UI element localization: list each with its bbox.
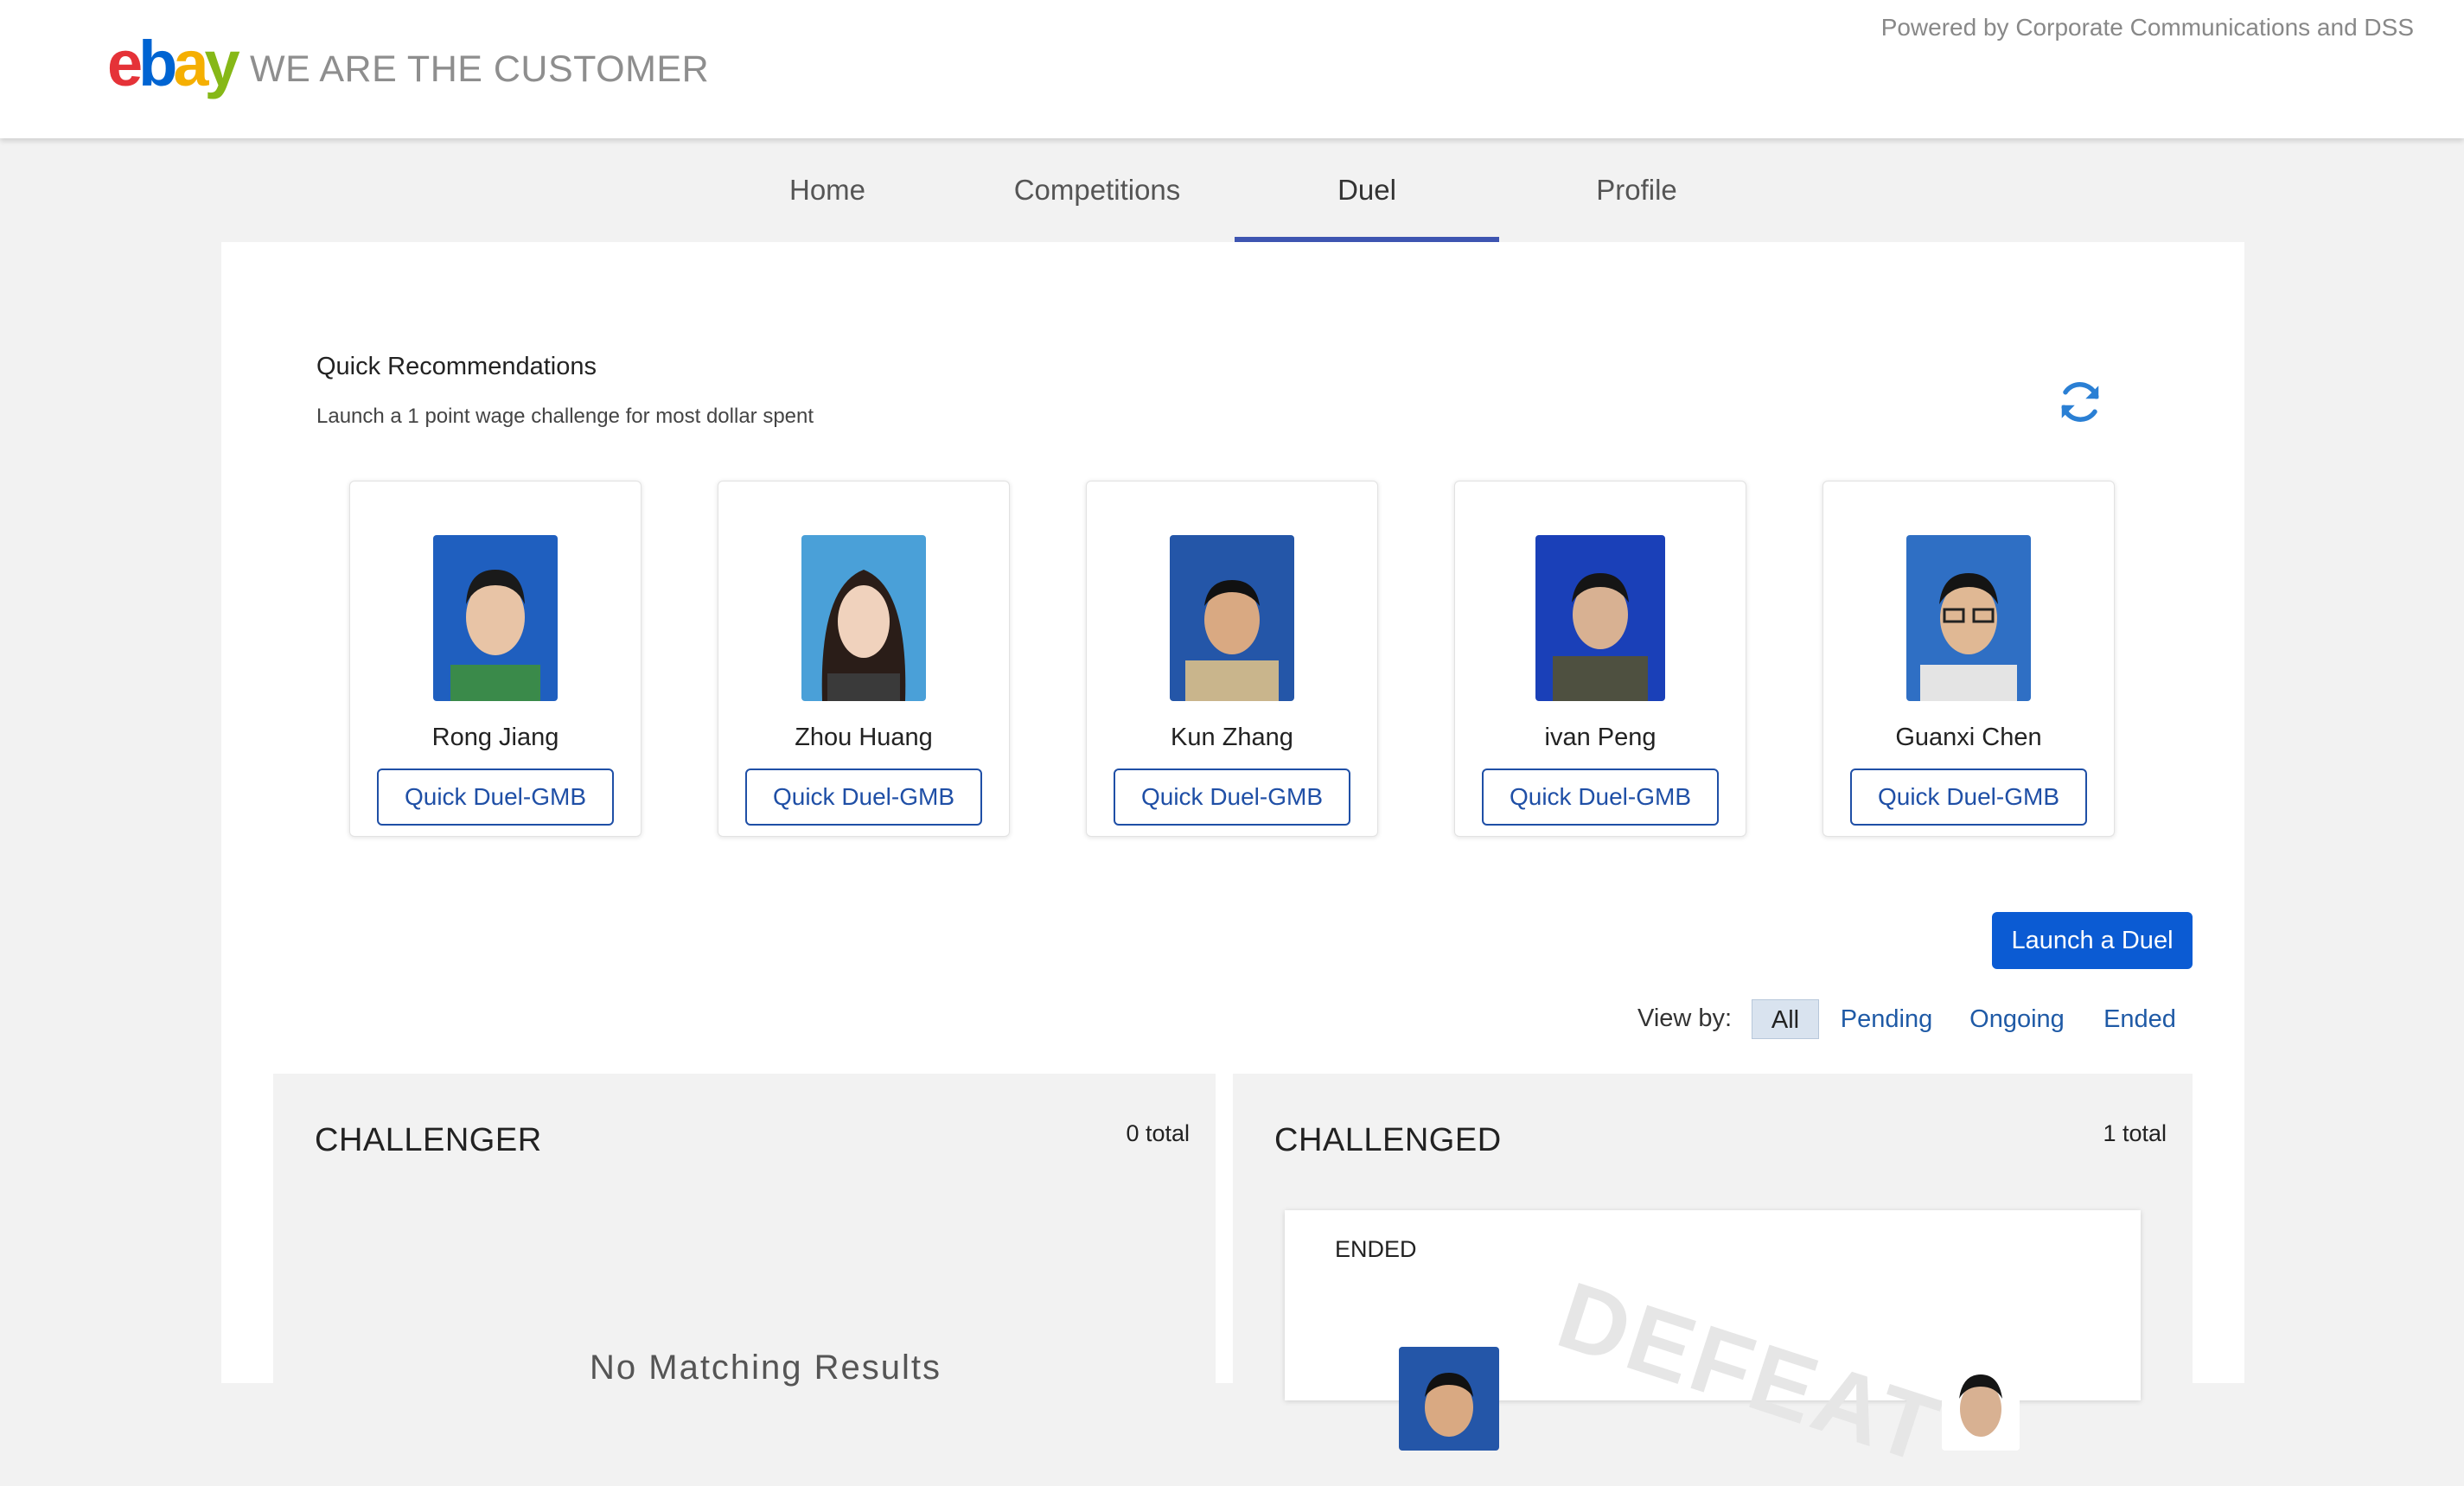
- person-name: Kun Zhang: [1171, 724, 1293, 751]
- recommendation-card: Zhou Huang Quick Duel-GMB: [718, 481, 1010, 837]
- quick-duel-button[interactable]: Quick Duel-GMB: [1482, 769, 1719, 826]
- duel-card[interactable]: ENDED DEFEAT: [1285, 1210, 2141, 1484]
- filter-pending[interactable]: Pending: [1833, 999, 1940, 1039]
- refresh-icon[interactable]: [2054, 376, 2106, 428]
- result-watermark: DEFEAT: [1546, 1261, 1954, 1485]
- challenger-title: CHALLENGER: [315, 1122, 542, 1158]
- recommendation-card: Guanxi Chen Quick Duel-GMB: [1822, 481, 2115, 837]
- challenger-column: CHALLENGER 0 total No Matching Results: [273, 1074, 1216, 1419]
- main-nav: Home Competitions Duel Profile: [0, 138, 2464, 242]
- challenged-column: CHALLENGED 1 total ENDED DEFEAT: [1233, 1074, 2193, 1484]
- tab-competitions[interactable]: Competitions: [965, 138, 1229, 242]
- quick-duel-button[interactable]: Quick Duel-GMB: [377, 769, 614, 826]
- recommendation-card: Kun Zhang Quick Duel-GMB: [1086, 481, 1378, 837]
- filter-all[interactable]: All: [1752, 999, 1819, 1039]
- person-name: ivan Peng: [1544, 724, 1656, 751]
- filter-ongoing[interactable]: Ongoing: [1961, 999, 2073, 1039]
- refresh-glyph: [2061, 382, 2099, 422]
- challenger-total: 0 total: [1126, 1120, 1190, 1146]
- person-name: Rong Jiang: [431, 724, 559, 751]
- filter-ended[interactable]: Ended: [2092, 999, 2187, 1039]
- quick-duel-button[interactable]: Quick Duel-GMB: [745, 769, 982, 826]
- recommendation-card: ivan Peng Quick Duel-GMB: [1454, 481, 1746, 837]
- quick-duel-button[interactable]: Quick Duel-GMB: [1850, 769, 2087, 826]
- duel-panel: Quick Recommendations Launch a 1 point w…: [221, 242, 2244, 1484]
- quick-recommendations-title: Quick Recommendations: [316, 353, 597, 380]
- view-by-label: View by:: [1637, 1004, 1733, 1032]
- challenged-total: 1 total: [2103, 1120, 2167, 1146]
- powered-by-text: Powered by Corporate Communications and …: [1880, 14, 2414, 41]
- quick-recommendations-subtitle: Launch a 1 point wage challenge for most…: [316, 405, 814, 428]
- no-results-text: No Matching Results: [590, 1349, 942, 1387]
- avatar: [1906, 535, 2031, 701]
- avatar: [1535, 535, 1665, 701]
- tab-profile[interactable]: Profile: [1504, 138, 1769, 242]
- challenged-title: CHALLENGED: [1274, 1122, 1502, 1158]
- recommendation-card: Rong Jiang Quick Duel-GMB: [349, 481, 642, 837]
- top-header: ebay WE ARE THE CUSTOMER Powered by Corp…: [0, 0, 2464, 138]
- ebay-logo[interactable]: ebay: [107, 29, 240, 99]
- person-name: Guanxi Chen: [1895, 724, 2042, 751]
- tab-duel[interactable]: Duel: [1235, 138, 1499, 242]
- avatar: [1399, 1347, 1499, 1451]
- person-name: Zhou Huang: [795, 724, 933, 751]
- duel-status: ENDED: [1335, 1236, 1417, 1262]
- launch-duel-button[interactable]: Launch a Duel: [1992, 912, 2193, 969]
- tab-home[interactable]: Home: [695, 138, 960, 242]
- avatar: [433, 535, 558, 701]
- avatar: [1170, 535, 1294, 701]
- avatar: [1942, 1347, 2020, 1451]
- quick-duel-button[interactable]: Quick Duel-GMB: [1114, 769, 1350, 826]
- avatar: [801, 535, 926, 701]
- tagline: WE ARE THE CUSTOMER: [250, 48, 710, 90]
